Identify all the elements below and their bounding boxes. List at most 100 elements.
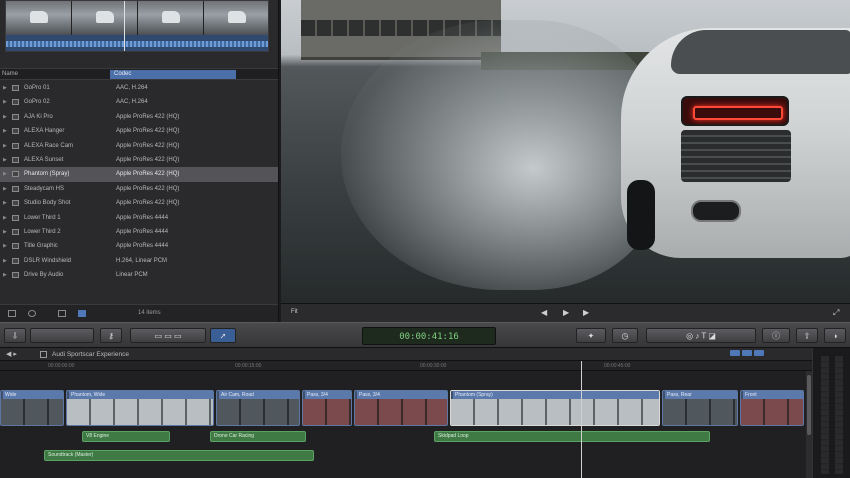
background-tasks-button[interactable]: ◑ (824, 328, 846, 343)
share-button[interactable]: ⇪ (796, 328, 818, 343)
list-item[interactable]: ▶ Drive By Audio Linear PCM (0, 268, 278, 282)
timeline-tracks[interactable]: Wide Phantom, Wide Air Cam, Road Pass, 3… (0, 371, 812, 478)
disclosure-triangle-icon[interactable]: ▶ (3, 153, 7, 167)
viewer-frame-image[interactable] (281, 0, 850, 303)
clip-label: Air Cam, Road (219, 391, 299, 399)
skimmer-playhead[interactable] (124, 1, 125, 51)
clip-name: Title Graphic (24, 243, 58, 250)
clip-name: Studio Body Shot (24, 200, 71, 207)
audio-clip[interactable]: Skidpad Loop (434, 431, 710, 442)
car-rear-window (671, 30, 850, 74)
list-item[interactable]: ▶ DSLR Windshield H.264, Linear PCM (0, 254, 278, 268)
skip-forward-icon[interactable]: ▶ (583, 308, 589, 317)
fullscreen-icon[interactable]: ⤢ (833, 308, 839, 318)
column-name-header[interactable]: Name (2, 71, 18, 77)
timeline-clip[interactable]: Pass, 3/4 (302, 390, 352, 426)
filmstrip-view-icon[interactable] (8, 310, 16, 317)
list-view-icon[interactable] (58, 310, 66, 317)
clip-name: Steadycam HS (24, 185, 65, 192)
timeline-clip[interactable]: Wide (0, 390, 64, 426)
browser-footer: 14 items (0, 304, 278, 322)
clip-codec: Apple ProRes 422 (HQ) (116, 128, 180, 135)
clip-icon (12, 200, 19, 207)
filmstrip-thumbnail (6, 1, 72, 35)
list-item[interactable]: ▶ ALEXA Race Cam Apple ProRes 422 (HQ) (0, 139, 278, 153)
clip-thumbnails (217, 399, 299, 425)
list-item[interactable]: ▶ AJA Ki Pro Apple ProRes 422 (HQ) (0, 110, 278, 124)
disclosure-triangle-icon[interactable]: ▶ (3, 225, 7, 239)
list-item[interactable]: ▶ Title Graphic Apple ProRes 4444 (0, 239, 278, 253)
audio-clip[interactable]: V8 Engine (82, 431, 170, 442)
timeline-playhead[interactable] (581, 361, 582, 478)
list-item[interactable]: ▶ ALEXA Hanger Apple ProRes 422 (HQ) (0, 124, 278, 138)
disclosure-triangle-icon[interactable]: ▶ (3, 167, 7, 181)
clip-icon (12, 113, 19, 120)
library-view-button[interactable] (30, 328, 94, 343)
disclosure-triangle-icon[interactable]: ▶ (3, 254, 7, 268)
keyword-button[interactable]: ⚷ (100, 328, 122, 343)
select-tool-button[interactable]: ➚ (210, 328, 236, 343)
clip-icon (12, 171, 19, 178)
gear-icon[interactable] (28, 310, 36, 317)
list-item[interactable]: ▶ Steadycam HS Apple ProRes 422 (HQ) (0, 182, 278, 196)
ruler-tick-label: 00:00:30:00 (420, 363, 447, 369)
clip-name: GoPro 01 (24, 85, 50, 91)
play-icon[interactable]: ▶ (563, 308, 569, 317)
car-wheel (627, 180, 655, 250)
audio-clip[interactable]: Soundtrack (Master) (44, 450, 314, 461)
disclosure-triangle-icon[interactable]: ▶ (3, 124, 7, 138)
list-item[interactable]: ▶ GoPro 02 AAC, H.264 (0, 95, 278, 109)
clip-label: Front (743, 391, 803, 399)
timeline-clip[interactable]: Pass, 3/4 (354, 390, 448, 426)
disclosure-triangle-icon[interactable]: ▶ (3, 81, 7, 95)
disclosure-triangle-icon[interactable]: ▶ (3, 211, 7, 225)
history-back-icon[interactable]: ◀ ▸ (6, 350, 17, 358)
list-item[interactable]: ▶ Studio Body Shot Apple ProRes 422 (HQ) (0, 196, 278, 210)
clip-list: ▶ GoPro 01 AAC, H.264 ▶ GoPro 02 AAC, H.264 … (0, 81, 278, 282)
filmstrip-thumbnail (204, 1, 268, 35)
enhance-button[interactable]: ✦ (576, 328, 606, 343)
timecode-display[interactable]: 00:00:41:16 (362, 327, 496, 345)
list-item[interactable]: ▶ ALEXA Sunset Apple ProRes 422 (HQ) (0, 153, 278, 167)
list-item[interactable]: ▶ Lower Third 2 Apple ProRes 4444 (0, 225, 278, 239)
clip-label: Phantom, Wide (69, 391, 213, 399)
disclosure-triangle-icon[interactable]: ▶ (3, 95, 7, 109)
list-item-selected[interactable]: ▶ Phantom (Spray) Apple ProRes 422 (HQ) (0, 167, 278, 182)
project-icon (40, 351, 47, 358)
viewer-zoom-menu[interactable]: Fit (291, 309, 298, 315)
disclosure-triangle-icon[interactable]: ▶ (3, 268, 7, 282)
timeline-ruler[interactable]: 00:00:00:00 00:00:15:00 00:00:30:00 00:0… (0, 361, 812, 371)
clip-name: Lower Third 1 (24, 214, 61, 221)
disclosure-triangle-icon[interactable]: ▶ (3, 139, 7, 153)
retime-button[interactable]: ◷ (612, 328, 638, 343)
import-button[interactable]: ⇩ (4, 328, 26, 343)
list-item[interactable]: ▶ Lower Third 1 Apple ProRes 4444 (0, 211, 278, 225)
timeline-clip[interactable]: Phantom, Wide (66, 390, 214, 426)
clip-label: Pass, Rear (665, 391, 737, 399)
timeline-clip-selected[interactable]: Phantom (Spray) (450, 390, 660, 426)
media-browser-buttons[interactable]: ◎ ♪ T ◪ (646, 328, 756, 343)
timeline-clip[interactable]: Air Cam, Road (216, 390, 300, 426)
disclosure-triangle-icon[interactable]: ▶ (3, 110, 7, 124)
list-item[interactable]: ▶ GoPro 01 AAC, H.264 (0, 81, 278, 95)
inspector-button[interactable]: ⓘ (762, 328, 790, 343)
clip-filmstrip[interactable] (5, 0, 269, 52)
timeline-clip[interactable]: Pass, Rear (662, 390, 738, 426)
key-icon: ⚷ (108, 331, 114, 340)
audio-clip[interactable]: Drone Car Racing (210, 431, 306, 442)
audio-meter-left (821, 356, 829, 474)
clip-appearance-controls[interactable] (730, 350, 770, 358)
disclosure-triangle-icon[interactable]: ▶ (3, 239, 7, 253)
disclosure-triangle-icon[interactable]: ▶ (3, 196, 7, 210)
column-codec-header[interactable]: Codec (110, 70, 236, 79)
skip-back-icon[interactable]: ◀ (541, 308, 547, 317)
audio-clip-icon (12, 272, 19, 279)
ruler-tick-label: 00:00:00:00 (48, 363, 75, 369)
item-count: 14 items (138, 310, 161, 316)
disclosure-triangle-icon[interactable]: ▶ (3, 182, 7, 196)
edit-buttons-group[interactable]: ▭ ▭ ▭ (130, 328, 206, 343)
clip-name: ALEXA Race Cam (24, 142, 74, 149)
clip-label: Pass, 3/4 (357, 391, 447, 399)
list-view-active-icon[interactable] (78, 310, 86, 317)
timeline-clip[interactable]: Front (740, 390, 804, 426)
